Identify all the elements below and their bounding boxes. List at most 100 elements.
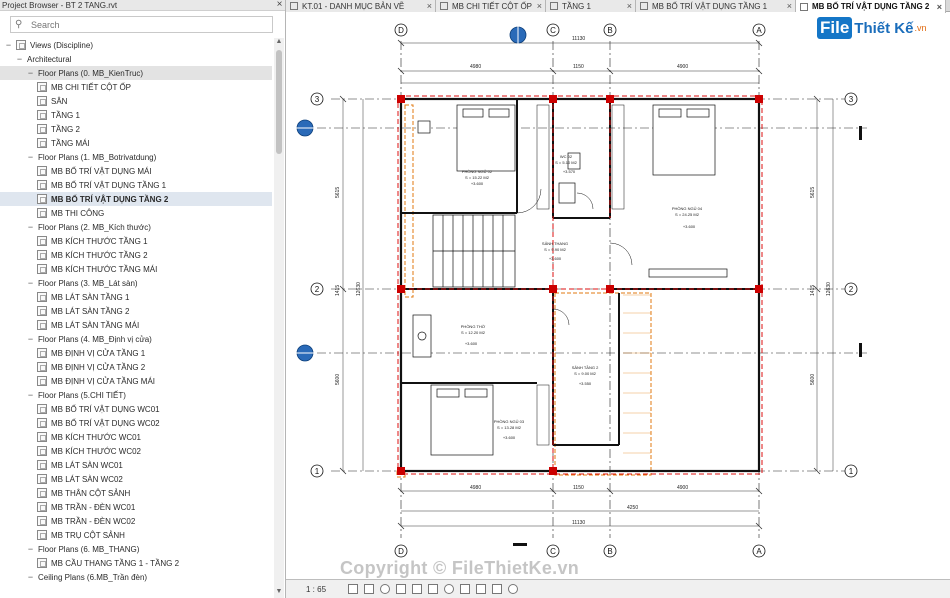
browser-view-item[interactable]: MB TRỤ CỘT SẢNH [0,528,272,542]
search-box[interactable]: ⚲ [10,16,273,33]
browser-group-item[interactable]: − Floor Plans (4. MB_Định vị cửa) [0,332,272,346]
browser-view-item[interactable]: MB TRẦN - ĐÈN WC01 [0,500,272,514]
browser-view-item[interactable]: MB BỐ TRÍ VẬT DỤNG WC02 [0,416,272,430]
logo-part-1: File [817,17,853,39]
close-icon[interactable]: × [274,0,285,10]
browser-group-item[interactable]: − Floor Plans (2. MB_Kích thước) [0,220,272,234]
room-name: PHÒNG NGỦ 04 [672,206,703,211]
analytical-model-icon[interactable] [476,584,486,594]
browser-view-item[interactable]: MB KÍCH THƯỚC TẦNG 2 [0,248,272,262]
browser-view-item[interactable]: MB LÁT SÀN TẦNG MÁI [0,318,272,332]
highlight-displacement-icon[interactable] [492,584,502,594]
sun-path-icon[interactable] [380,584,390,594]
browser-view-item[interactable]: MB KÍCH THƯỚC WC02 [0,444,272,458]
browser-view-item[interactable]: MB KÍCH THƯỚC TẦNG MÁI [0,262,272,276]
browser-group-item[interactable]: − Floor Plans (3. MB_Lát sàn) [0,276,272,290]
browser-group-item[interactable]: − Floor Plans (5.CHI TIẾT) [0,388,272,402]
browser-view-item[interactable]: MB BỐ TRÍ VẬT DỤNG WC01 [0,402,272,416]
detail-level-icon[interactable] [348,584,358,594]
drawing-canvas[interactable]: 11130 4980 1150 4900 4980 1150 4900 4250… [287,13,950,579]
section-marker-icon[interactable] [295,119,315,137]
browser-view-item[interactable]: MB THÂN CỘT SẢNH [0,486,272,500]
scroll-down-icon[interactable]: ▼ [274,588,284,598]
view-tab[interactable]: MB BỐ TRÍ VẬT DỤNG TẦNG 2 × [796,0,946,13]
browser-view-item[interactable]: MB KÍCH THƯỚC TẦNG 1 [0,234,272,248]
browser-view-item[interactable]: MB KÍCH THƯỚC WC01 [0,430,272,444]
reveal-hidden-icon[interactable] [460,584,470,594]
view-scale[interactable]: 1 : 65 [306,585,342,594]
browser-view-item[interactable]: MB ĐỊNH VỊ CỬA TẦNG 1 [0,346,272,360]
floor-plan-view-icon [37,82,47,92]
browser-group-item[interactable]: − Ceiling Plans (6.MB_Trần đèn) [0,570,272,584]
collapse-toggle-icon[interactable]: − [26,544,35,554]
collapse-toggle-icon[interactable]: − [26,572,35,582]
show-crop-icon[interactable] [428,584,438,594]
temporary-hide-icon[interactable] [444,584,454,594]
grid-right-1: 1 [849,467,854,476]
view-tab-label: MB BỐ TRÍ VẬT DỤNG TẦNG 1 [652,1,768,11]
collapse-toggle-icon[interactable]: − [26,278,35,288]
room-name: SẢNH TẦNG 2 [572,365,599,370]
room-name: PHÒNG THỜ [461,324,486,329]
visual-style-icon[interactable] [364,584,374,594]
collapse-toggle-icon[interactable]: − [26,334,35,344]
close-tab-icon[interactable]: × [627,1,632,11]
section-marker-icon[interactable] [509,25,527,45]
section-markers[interactable] [295,25,862,546]
view-tab[interactable]: TẦNG 1 × [546,0,636,12]
close-tab-icon[interactable]: × [427,1,432,11]
scrollbar-thumb[interactable] [276,50,282,154]
browser-view-item[interactable]: MB BỐ TRÍ VẬT DỤNG MÁI [0,164,272,178]
crop-view-icon[interactable] [412,584,422,594]
collapse-toggle-icon[interactable]: − [26,68,35,78]
browser-view-item[interactable]: MB CẦU THANG TẦNG 1 - TẦNG 2 [0,556,272,570]
browser-view-item[interactable]: TẦNG MÁI [0,136,272,150]
collapse-toggle-icon[interactable]: − [26,390,35,400]
view-tab[interactable]: MB BỐ TRÍ VẬT DỤNG TẦNG 1 × [636,0,796,12]
browser-group-item[interactable]: − Views (Discipline) [0,38,272,52]
browser-tree: − Views (Discipline) − Architectural − Floor … [0,38,272,598]
browser-view-item[interactable]: MB LÁT SÀN WC02 [0,472,272,486]
shadows-icon[interactable] [396,584,406,594]
doors [516,188,633,326]
browser-item-label: MB BỐ TRÍ VẬT DỤNG TẦNG 1 [51,180,167,190]
browser-group-item[interactable]: − Floor Plans (6. MB_THANG) [0,542,272,556]
floor-plan-view-icon [37,138,47,148]
browser-view-item[interactable]: MB LÁT SÀN TẦNG 1 [0,290,272,304]
browser-scrollbar[interactable]: ▲ ▼ [274,38,284,598]
browser-view-item[interactable]: MB BỐ TRÍ VẬT DỤNG TẦNG 2 [0,192,272,206]
browser-view-item[interactable]: SÂN [0,94,272,108]
collapse-toggle-icon[interactable]: − [26,222,35,232]
room-name: SẢNH THANG [542,241,568,246]
browser-view-item[interactable]: TẦNG 1 [0,108,272,122]
browser-item-label: MB BỐ TRÍ VẬT DỤNG WC02 [51,418,160,428]
browser-view-item[interactable]: MB TRẦN - ĐÈN WC02 [0,514,272,528]
room-level: +3.600 [471,181,484,186]
close-tab-icon[interactable]: × [937,2,942,12]
browser-view-item[interactable]: MB LÁT SÀN WC01 [0,458,272,472]
close-tab-icon[interactable]: × [537,1,542,11]
browser-view-item[interactable]: MB BỐ TRÍ VẬT DỤNG TẦNG 1 [0,178,272,192]
browser-group-item[interactable]: − Architectural [0,52,272,66]
close-tab-icon[interactable]: × [787,1,792,11]
view-tab[interactable]: MB CHI TIẾT CỘT ỐP × [436,0,546,12]
browser-group-item[interactable]: − Floor Plans (1. MB_Botrivatdung) [0,150,272,164]
browser-view-item[interactable]: MB THI CÔNG [0,206,272,220]
grid-top-d: D [398,26,404,35]
room-labels: PHÒNG NGỦ 02 S = 15.22 M2 +3.600 WC 02 S… [461,154,703,440]
search-input[interactable] [31,19,251,30]
browser-group-item[interactable]: − Floor Plans (0. MB_KienTruc) [0,66,272,80]
collapse-toggle-icon[interactable]: − [4,40,13,50]
collapse-toggle-icon[interactable]: − [15,54,24,64]
section-marker-icon[interactable] [295,344,315,362]
view-tab[interactable]: KT.01 - DANH MỤC BẢN VẼ × [286,0,436,12]
browser-view-item[interactable]: MB CHI TIẾT CỘT ỐP [0,80,272,94]
browser-view-item[interactable]: MB ĐỊNH VỊ CỬA TẦNG 2 [0,360,272,374]
browser-view-item[interactable]: TẦNG 2 [0,122,272,136]
scroll-up-icon[interactable]: ▲ [274,38,284,48]
browser-view-item[interactable]: MB ĐỊNH VỊ CỬA TẦNG MÁI [0,374,272,388]
browser-view-item[interactable]: MB LÁT SÀN TẦNG 2 [0,304,272,318]
room-name: PHÒNG NGỦ 02 [462,169,493,174]
collapse-toggle-icon[interactable]: − [26,152,35,162]
constraints-icon[interactable] [508,584,518,594]
